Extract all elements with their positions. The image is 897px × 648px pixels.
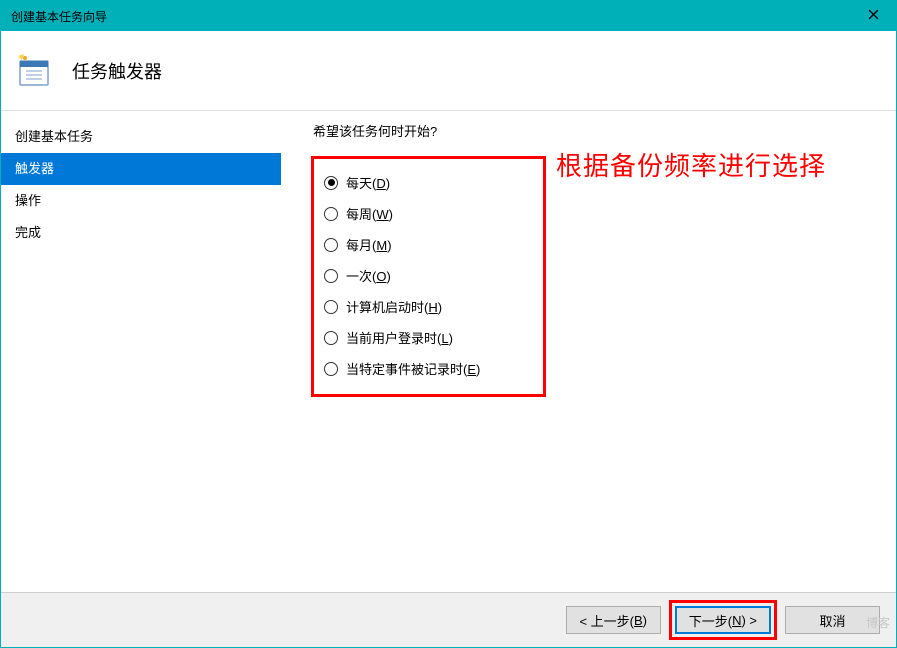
step-action[interactable]: 操作 [1, 185, 281, 217]
wizard-body: 创建基本任务 触发器 操作 完成 希望该任务何时开始? 每天(D) 每周(W) … [1, 111, 896, 592]
annotation-text: 根据备份频率进行选择 [556, 146, 826, 183]
trigger-question: 希望该任务何时开始? [311, 121, 896, 140]
option-at-startup[interactable]: 计算机启动时(H) [324, 291, 533, 322]
titlebar: 创建基本任务向导 [1, 1, 896, 31]
option-label: 每周(W) [346, 204, 393, 223]
next-button[interactable]: 下一步(N) > [675, 606, 771, 634]
trigger-options-group: 每天(D) 每周(W) 每月(M) 一次(O) 计算机启动时(H) [311, 156, 546, 397]
wizard-content: 希望该任务何时开始? 每天(D) 每周(W) 每月(M) 一次(O) [281, 111, 896, 592]
option-label: 每月(M) [346, 235, 392, 254]
close-icon [868, 7, 879, 25]
step-trigger[interactable]: 触发器 [1, 153, 281, 185]
option-label: 每天(D) [346, 173, 390, 192]
option-daily[interactable]: 每天(D) [324, 167, 533, 198]
window-title: 创建基本任务向导 [11, 8, 850, 25]
option-label: 当前用户登录时(L) [346, 328, 453, 347]
option-label: 一次(O) [346, 266, 391, 285]
wizard-footer: < 上一步(B) 下一步(N) > 取消 [1, 592, 896, 647]
step-finish[interactable]: 完成 [1, 217, 281, 249]
option-label: 当特定事件被记录时(E) [346, 359, 480, 378]
task-scheduler-icon [16, 53, 52, 89]
radio-icon [324, 207, 338, 221]
radio-icon [324, 176, 338, 190]
step-create-basic-task[interactable]: 创建基本任务 [1, 121, 281, 153]
option-monthly[interactable]: 每月(M) [324, 229, 533, 260]
radio-icon [324, 300, 338, 314]
page-title: 任务触发器 [72, 58, 162, 84]
cancel-button[interactable]: 取消 [785, 606, 880, 634]
radio-icon [324, 269, 338, 283]
option-label: 计算机启动时(H) [346, 297, 442, 316]
option-once[interactable]: 一次(O) [324, 260, 533, 291]
option-at-logon[interactable]: 当前用户登录时(L) [324, 322, 533, 353]
back-button[interactable]: < 上一步(B) [566, 606, 661, 634]
wizard-header: 任务触发器 [1, 31, 896, 111]
option-on-event[interactable]: 当特定事件被记录时(E) [324, 353, 533, 384]
wizard-steps-sidebar: 创建基本任务 触发器 操作 完成 [1, 111, 281, 592]
radio-icon [324, 362, 338, 376]
option-weekly[interactable]: 每周(W) [324, 198, 533, 229]
next-button-highlight: 下一步(N) > [669, 600, 777, 640]
wizard-window: 创建基本任务向导 任务触发器 创建基本任务 触发器 操作 完成 [0, 0, 897, 648]
radio-icon [324, 238, 338, 252]
radio-icon [324, 331, 338, 345]
close-button[interactable] [850, 1, 896, 31]
